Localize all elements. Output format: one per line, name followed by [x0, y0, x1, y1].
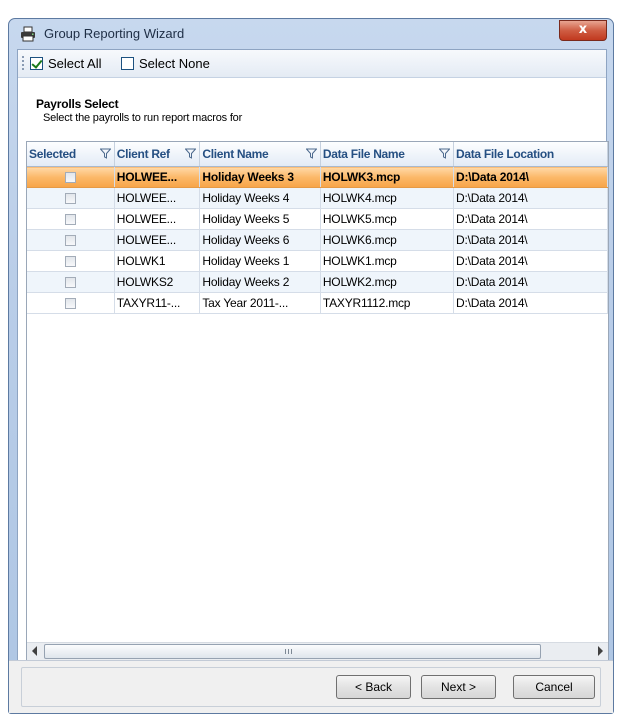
select-all-checkbox[interactable]: Select All [30, 55, 101, 71]
select-none-check-icon[interactable] [121, 56, 134, 70]
filter-icon[interactable] [99, 148, 111, 159]
table-row[interactable]: HOLWK1 Holiday Weeks 1 HOLWK1.mcp D:\Dat… [27, 250, 608, 272]
close-icon: x [578, 22, 588, 37]
table-row[interactable]: HOLWEE... Holiday Weeks 6 HOLWK6.mcp D:\… [27, 229, 608, 251]
row-select-cell[interactable] [27, 271, 115, 293]
data-file-location-cell: D:\Data 2014\ [453, 271, 608, 293]
table-row[interactable]: HOLWEE... Holiday Weeks 3 HOLWK3.mcp D:\… [27, 166, 608, 188]
client-name-cell: Holiday Weeks 5 [199, 208, 321, 230]
select-none-label: Select None [139, 55, 210, 71]
client-name-cell: Holiday Weeks 2 [199, 271, 321, 293]
payrolls-grid[interactable]: Selected Client Ref Client Name Data Fil… [26, 141, 609, 661]
payrolls-table: Selected Client Ref Client Name Data Fil… [27, 142, 608, 314]
filter-icon[interactable] [305, 148, 317, 159]
client-ref-cell: HOLWKS2 [114, 271, 201, 293]
section-title: Payrolls Select [36, 97, 119, 111]
client-ref-cell: HOLWEE... [114, 229, 201, 251]
column-header-label: Data File Location [456, 147, 554, 161]
table-row[interactable]: HOLWEE... Holiday Weeks 4 HOLWK4.mcp D:\… [27, 187, 608, 209]
data-file-name-cell: HOLWK6.mcp [320, 229, 455, 251]
next-button[interactable]: Next > [421, 675, 496, 699]
row-select-cell[interactable] [27, 187, 115, 209]
cancel-button[interactable]: Cancel [513, 675, 595, 699]
wizard-window: Group Reporting Wizard x Select All Sele… [8, 18, 614, 714]
wizard-footer: < Back Next > Cancel [9, 660, 613, 713]
header-row: Selected Client Ref Client Name Data Fil… [27, 142, 608, 167]
select-all-check-icon[interactable] [30, 56, 43, 70]
data-file-name-cell: TAXYR1112.mcp [320, 292, 455, 314]
column-header-data-file-location[interactable]: Data File Location [453, 142, 608, 167]
client-name-cell: Tax Year 2011-... [199, 292, 321, 314]
row-select-cell[interactable] [27, 292, 115, 314]
column-header-selected[interactable]: Selected [27, 142, 115, 167]
column-header-data-file-name[interactable]: Data File Name [320, 142, 455, 167]
row-select-cell[interactable] [27, 166, 115, 188]
row-checkbox[interactable] [64, 214, 76, 226]
row-checkbox[interactable] [64, 256, 76, 268]
data-file-name-cell: HOLWK1.mcp [320, 250, 455, 272]
row-checkbox[interactable] [64, 298, 76, 310]
data-file-name-cell: HOLWK2.mcp [320, 271, 455, 293]
client-name-cell: Holiday Weeks 6 [199, 229, 321, 251]
client-name-cell: Holiday Weeks 3 [199, 166, 321, 188]
thumb-grip-icon [285, 649, 293, 654]
data-file-location-cell: D:\Data 2014\ [453, 229, 608, 251]
column-header-label: Data File Name [322, 147, 405, 161]
column-header-label: Client Name [202, 147, 269, 161]
row-checkbox[interactable] [64, 172, 76, 184]
client-ref-cell: HOLWK1 [114, 250, 201, 272]
filter-icon[interactable] [439, 148, 450, 159]
client-ref-cell: HOLWEE... [114, 187, 201, 209]
data-file-name-cell: HOLWK5.mcp [320, 208, 455, 230]
selection-toolbar: Select All Select None [18, 50, 606, 78]
data-file-location-cell: D:\Data 2014\ [453, 250, 608, 272]
scroll-right-icon[interactable] [598, 646, 603, 656]
select-none-checkbox[interactable]: Select None [121, 55, 210, 71]
scroll-left-icon[interactable] [32, 646, 37, 656]
row-select-cell[interactable] [27, 250, 115, 272]
title-bar: Group Reporting Wizard x [9, 19, 613, 49]
column-header-label: Client Ref [116, 147, 170, 161]
table-row[interactable]: HOLWKS2 Holiday Weeks 2 HOLWK2.mcp D:\Da… [27, 271, 608, 293]
table-row[interactable]: TAXYR11-... Tax Year 2011-... TAXYR1112.… [27, 292, 608, 314]
table-row[interactable]: HOLWEE... Holiday Weeks 5 HOLWK5.mcp D:\… [27, 208, 608, 230]
horizontal-scrollbar[interactable] [27, 642, 608, 660]
client-ref-cell: HOLWEE... [114, 208, 201, 230]
section-subtitle: Select the payrolls to run report macros… [43, 112, 243, 124]
row-select-cell[interactable] [27, 229, 115, 251]
row-select-cell[interactable] [27, 208, 115, 230]
filter-icon[interactable] [185, 148, 197, 159]
data-file-location-cell: D:\Data 2014\ [453, 187, 608, 209]
data-file-location-cell: D:\Data 2014\ [453, 166, 608, 188]
row-checkbox[interactable] [64, 277, 76, 289]
close-button[interactable]: x [559, 20, 607, 41]
printer-icon [21, 26, 35, 42]
column-header-label: Selected [29, 147, 76, 161]
scrollbar-thumb[interactable] [44, 644, 541, 659]
row-checkbox[interactable] [64, 235, 76, 247]
window-title: Group Reporting Wizard [44, 26, 185, 41]
toolbar-grip[interactable] [22, 56, 24, 71]
client-ref-cell: HOLWEE... [114, 166, 201, 188]
column-header-client-ref[interactable]: Client Ref [114, 142, 201, 167]
client-name-cell: Holiday Weeks 4 [199, 187, 321, 209]
client-name-cell: Holiday Weeks 1 [199, 250, 321, 272]
data-file-location-cell: D:\Data 2014\ [453, 292, 608, 314]
column-header-client-name[interactable]: Client Name [199, 142, 321, 167]
select-all-label: Select All [48, 55, 102, 71]
data-file-location-cell: D:\Data 2014\ [453, 208, 608, 230]
data-file-name-cell: HOLWK4.mcp [320, 187, 455, 209]
back-button[interactable]: < Back [336, 675, 411, 699]
data-file-name-cell: HOLWK3.mcp [320, 166, 455, 188]
row-checkbox[interactable] [64, 193, 76, 205]
client-ref-cell: TAXYR11-... [114, 292, 201, 314]
